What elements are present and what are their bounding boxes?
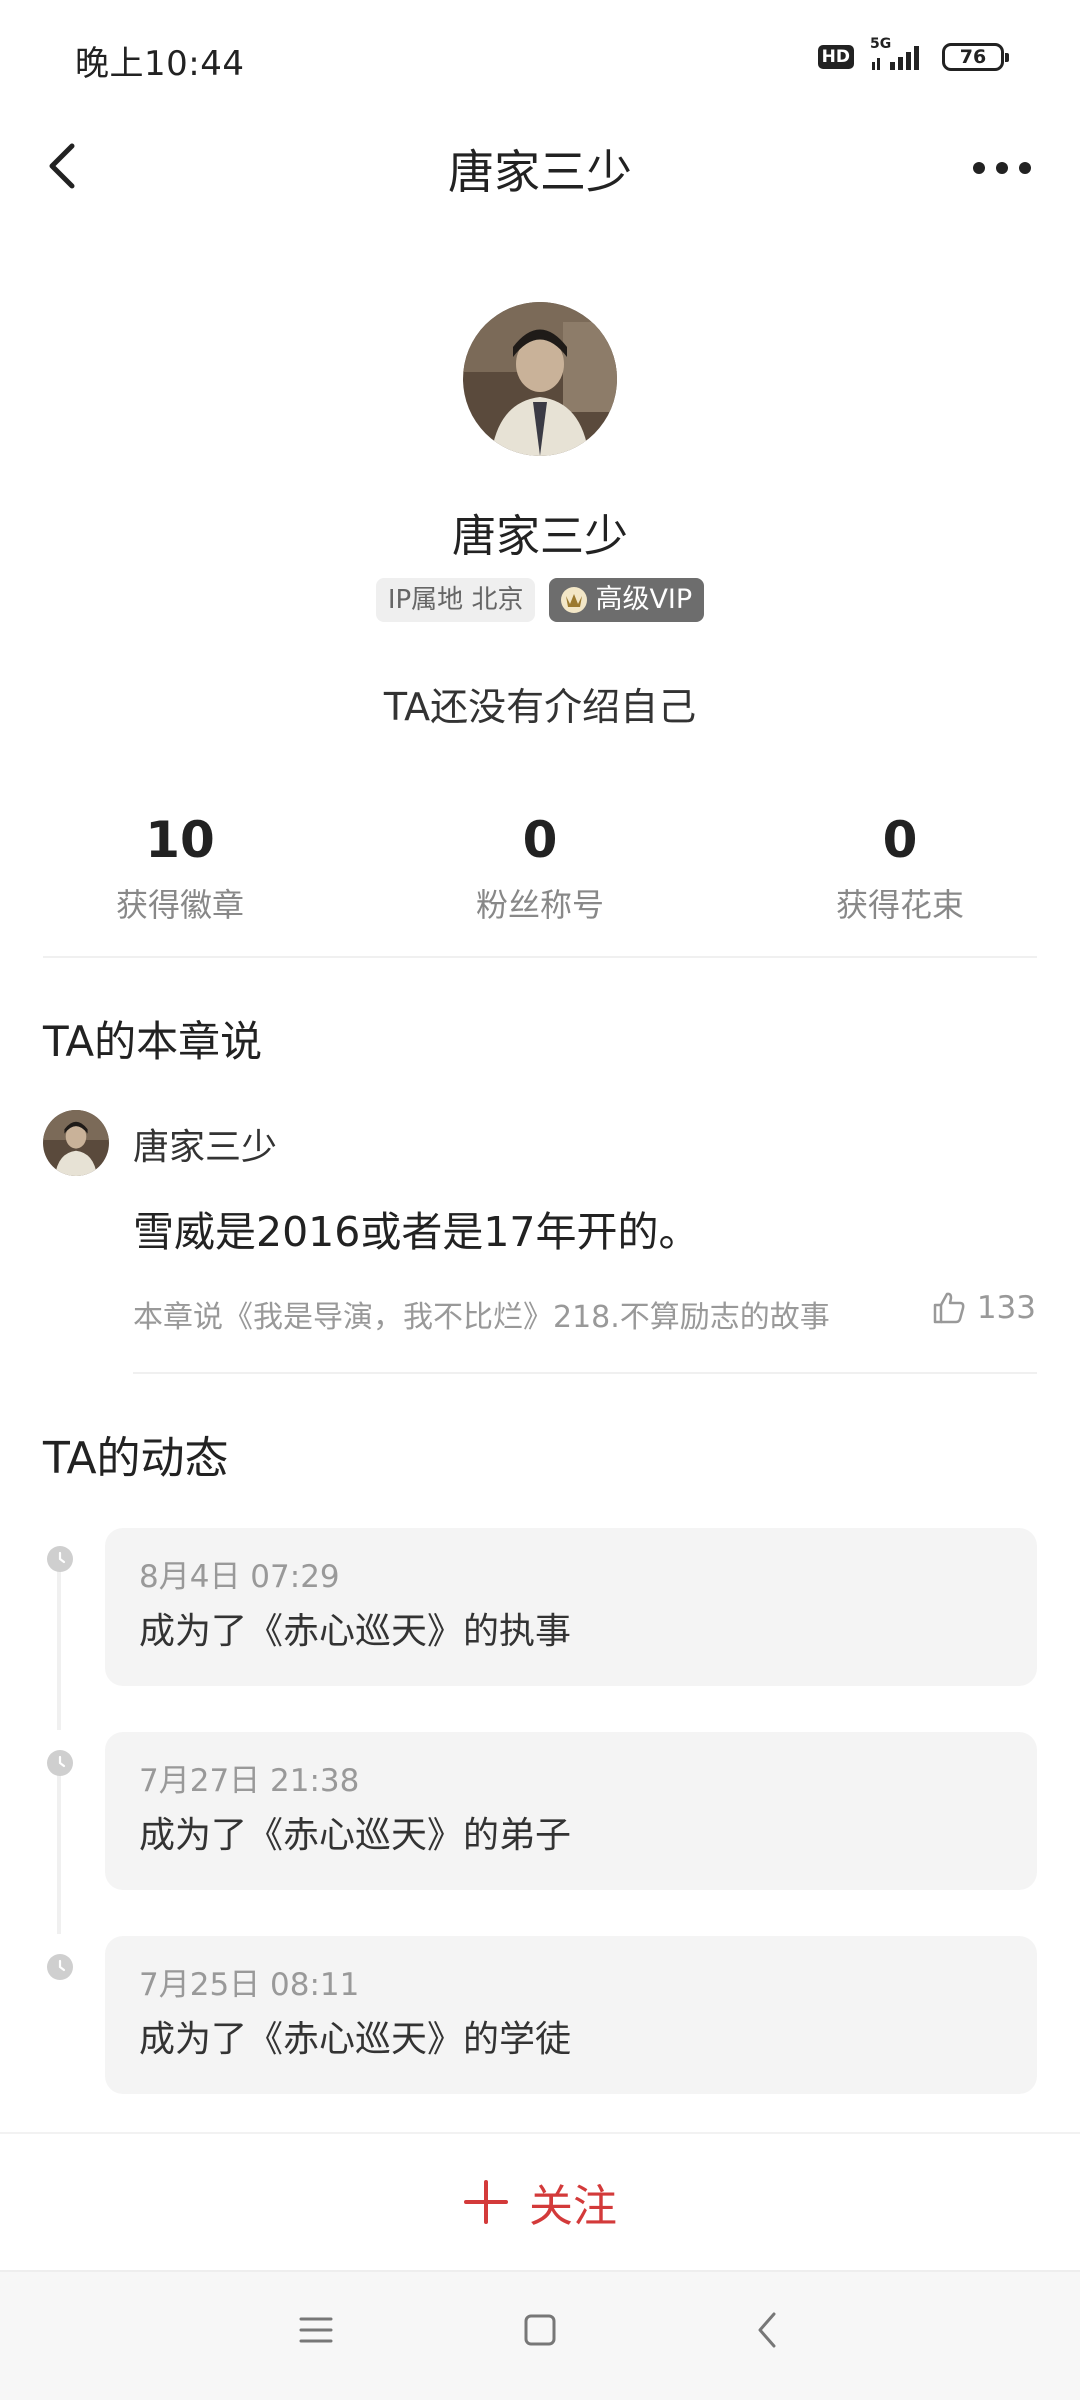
activity-text: 成为了《赤心巡天》的学徒	[139, 2019, 572, 2060]
follow-label: 关注	[529, 2181, 617, 2232]
stat-flowers-label: 获得花束	[835, 886, 964, 924]
comment-source-link[interactable]: 本章说《我是导演，我不比烂》218.不算励志的故事	[133, 1292, 830, 1336]
stat-fan-titles[interactable]: 0 粉丝称号	[360, 810, 720, 926]
vip-badge[interactable]: 高级VIP	[549, 578, 705, 622]
follow-button[interactable]: 关注	[0, 2134, 1080, 2270]
profile-tags: IP属地 北京 高级VIP	[0, 578, 1080, 622]
menu-icon[interactable]	[298, 2312, 334, 2348]
system-back-icon[interactable]	[752, 2310, 782, 2350]
status-time: 晚上10:44	[75, 44, 245, 84]
timeline-line	[57, 1570, 61, 1730]
stat-badges-value: 10	[145, 811, 215, 869]
divider	[133, 1372, 1037, 1374]
activity-text: 成为了《赤心巡天》的执事	[139, 1611, 572, 1652]
page-title: 唐家三少	[448, 145, 632, 199]
profile-avatar[interactable]	[463, 302, 617, 456]
thumbs-up-icon	[933, 1292, 965, 1324]
system-nav-bar	[0, 2270, 1080, 2400]
stat-badges-label: 获得徽章	[115, 886, 244, 924]
like-button[interactable]: 133	[931, 1290, 1036, 1326]
activity-item[interactable]: 7月25日 08:11 成为了《赤心巡天》的学徒	[105, 1936, 1037, 2094]
plus-icon	[464, 2180, 508, 2224]
activity-time: 7月25日 08:11	[139, 1967, 360, 2003]
activity-item[interactable]: 8月4日 07:29 成为了《赤心巡天》的执事	[105, 1528, 1037, 1686]
profile-bio: TA还没有介绍自己	[383, 685, 697, 729]
comment-text[interactable]: 雪威是2016或者是17年开的。	[133, 1198, 700, 1258]
activity-text: 成为了《赤心巡天》的弟子	[139, 1815, 572, 1856]
signal-icon: 5G	[868, 36, 928, 74]
stat-badges[interactable]: 10 获得徽章	[0, 810, 360, 926]
comment-avatar[interactable]	[43, 1110, 109, 1176]
activity-item[interactable]: 7月27日 21:38 成为了《赤心巡天》的弟子	[105, 1732, 1037, 1890]
clock-icon	[47, 1954, 73, 1980]
stat-fan-titles-value: 0	[522, 811, 558, 869]
activity-time: 8月4日 07:29	[139, 1559, 340, 1595]
clock-icon	[47, 1750, 73, 1776]
status-icons: HD 5G 76	[817, 36, 1009, 74]
home-icon[interactable]	[522, 2312, 558, 2348]
hd-icon: HD	[817, 45, 854, 69]
comment-username[interactable]: 唐家三少	[133, 1118, 277, 1170]
vip-crown-icon	[561, 587, 588, 613]
activity-title: TA的动态	[43, 1433, 229, 1484]
stat-flowers-value: 0	[882, 811, 918, 869]
like-count: 133	[976, 1290, 1036, 1326]
ip-location-tag: IP属地 北京	[375, 578, 536, 622]
vip-badge-label: 高级VIP	[595, 584, 693, 615]
timeline-line	[57, 1774, 61, 1934]
clock-icon	[47, 1546, 73, 1572]
more-icon	[973, 162, 1031, 174]
chapter-comments-title: TA的本章说	[43, 1017, 263, 1066]
battery-level: 76	[959, 46, 987, 68]
profile-name: 唐家三少	[452, 511, 628, 562]
more-button[interactable]	[970, 150, 1034, 186]
stat-flowers[interactable]: 0 获得花束	[720, 810, 1080, 926]
divider	[43, 956, 1037, 958]
activity-time: 7月27日 21:38	[139, 1763, 360, 1799]
battery-icon: 76	[942, 43, 1009, 71]
stat-fan-titles-label: 粉丝称号	[475, 886, 604, 924]
